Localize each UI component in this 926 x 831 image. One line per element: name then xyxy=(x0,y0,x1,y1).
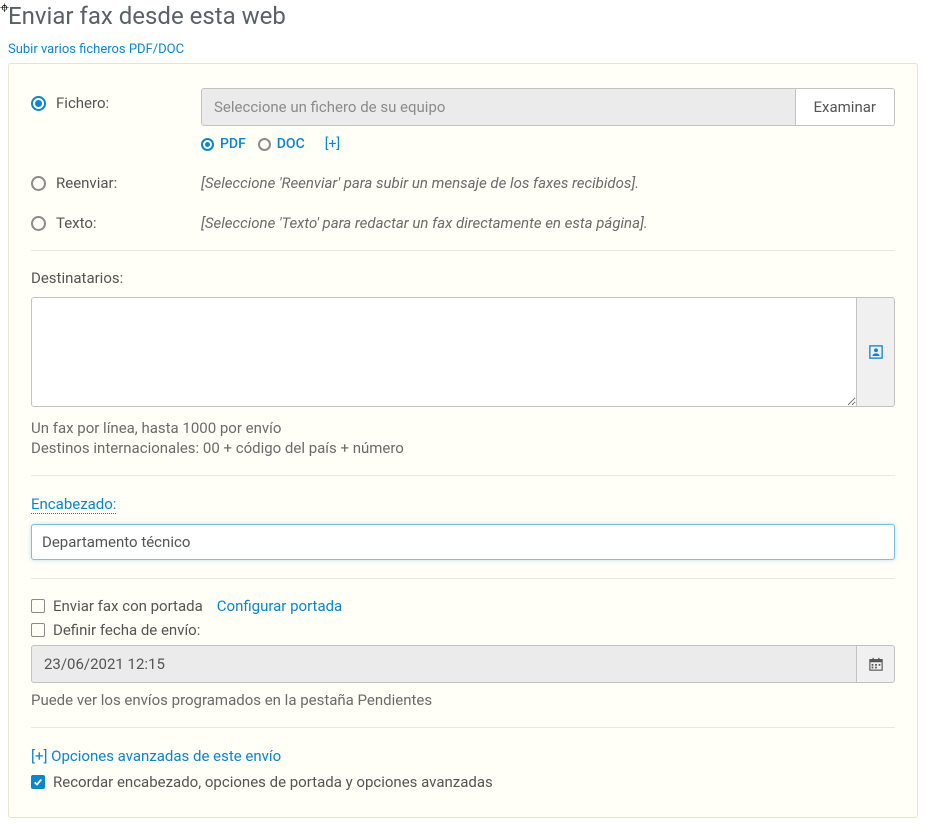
filetype-doc-radio[interactable]: DOC xyxy=(258,136,305,152)
filetype-doc-label: DOC xyxy=(277,136,305,152)
advanced-options-toggle[interactable]: [+] Opciones avanzadas de este envío xyxy=(31,747,281,765)
radio-selected-icon xyxy=(31,96,46,111)
cover-label: Enviar fax con portada xyxy=(53,597,203,615)
text-hint: [Seleccione 'Texto' para redactar un fax… xyxy=(201,208,895,232)
calendar-icon xyxy=(869,657,883,671)
schedule-checkbox[interactable] xyxy=(31,623,45,637)
divider xyxy=(31,475,895,476)
remember-label: Recordar encabezado, opciones de portada… xyxy=(53,773,493,791)
browse-button[interactable]: Examinar xyxy=(796,88,895,126)
source-resend-label: Reenviar: xyxy=(56,174,117,192)
source-text-radio[interactable]: Texto: xyxy=(31,208,201,232)
calendar-button[interactable] xyxy=(857,645,895,683)
divider xyxy=(31,578,895,579)
source-file-row: Fichero: Seleccione un fichero de su equ… xyxy=(31,88,895,152)
send-fax-form: Fichero: Seleccione un fichero de su equ… xyxy=(8,63,918,818)
source-file-radio[interactable]: Fichero: xyxy=(31,88,201,112)
cover-checkbox[interactable] xyxy=(31,599,45,613)
schedule-note: Puede ver los envíos programados en la p… xyxy=(31,691,895,709)
cursor-icon: ⌖ xyxy=(0,0,9,16)
recipients-note: Un fax por línea, hasta 1000 por envío D… xyxy=(31,419,895,457)
resend-hint: [Seleccione 'Reenviar' para subir un men… xyxy=(201,168,895,192)
address-book-icon xyxy=(869,345,883,359)
header-input[interactable] xyxy=(31,524,895,560)
filetype-pdf-radio[interactable]: PDF xyxy=(201,136,246,152)
recipients-label: Destinatarios: xyxy=(31,269,895,287)
source-text-row: Texto: [Seleccione 'Texto' para redactar… xyxy=(31,208,895,232)
source-file-label: Fichero: xyxy=(56,94,109,112)
schedule-label: Definir fecha de envío: xyxy=(53,621,200,639)
file-path-input[interactable]: Seleccione un fichero de su equipo xyxy=(201,88,796,126)
configure-cover-link[interactable]: Configurar portada xyxy=(217,597,342,615)
schedule-date-input[interactable]: 23/06/2021 12:15 xyxy=(31,645,857,683)
filetype-pdf-label: PDF xyxy=(220,136,246,152)
radio-unselected-icon xyxy=(258,138,271,151)
check-icon xyxy=(33,777,43,787)
source-text-label: Texto: xyxy=(56,214,97,232)
header-label[interactable]: Encabezado: xyxy=(31,495,116,514)
divider xyxy=(31,250,895,251)
add-filetype-link[interactable]: [+] xyxy=(325,136,340,152)
source-resend-radio[interactable]: Reenviar: xyxy=(31,168,201,192)
radio-unselected-icon xyxy=(31,216,46,231)
divider xyxy=(31,727,895,728)
remember-checkbox[interactable] xyxy=(31,775,45,789)
recipients-textarea[interactable] xyxy=(31,297,857,407)
source-resend-row: Reenviar: [Seleccione 'Reenviar' para su… xyxy=(31,168,895,192)
contacts-button[interactable] xyxy=(857,297,895,407)
page-title: Enviar fax desde esta web xyxy=(0,0,926,32)
radio-unselected-icon xyxy=(31,176,46,191)
radio-selected-icon xyxy=(201,138,214,151)
upload-multiple-link[interactable]: Subir varios ficheros PDF/DOC xyxy=(0,32,926,57)
